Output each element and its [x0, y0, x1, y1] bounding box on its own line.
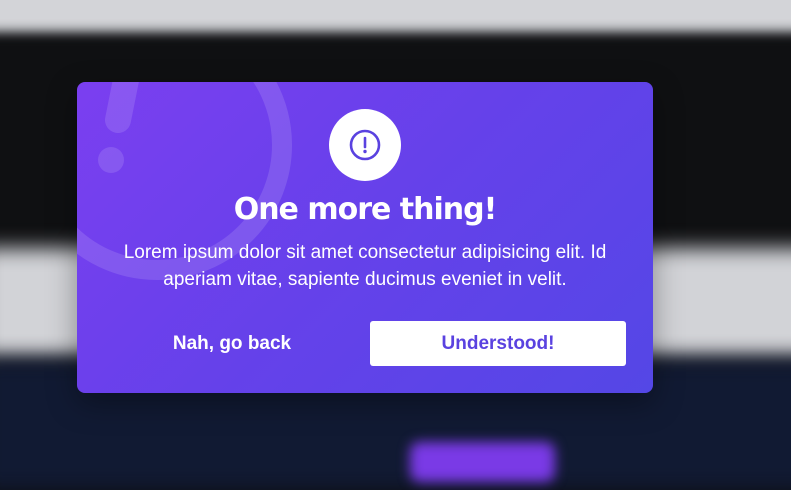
alert-circle-icon: [349, 129, 381, 161]
background-header-blurred: [0, 0, 791, 38]
background-button-blurred: [410, 442, 555, 482]
understood-button[interactable]: Understood!: [370, 321, 626, 366]
go-back-button[interactable]: Nah, go back: [137, 321, 327, 366]
confirmation-modal: One more thing! Lorem ipsum dolor sit am…: [77, 82, 653, 393]
modal-message: Lorem ipsum dolor sit amet consectetur a…: [123, 242, 607, 290]
modal-title: One more thing!: [233, 192, 498, 227]
alert-icon-badge: [329, 109, 401, 181]
